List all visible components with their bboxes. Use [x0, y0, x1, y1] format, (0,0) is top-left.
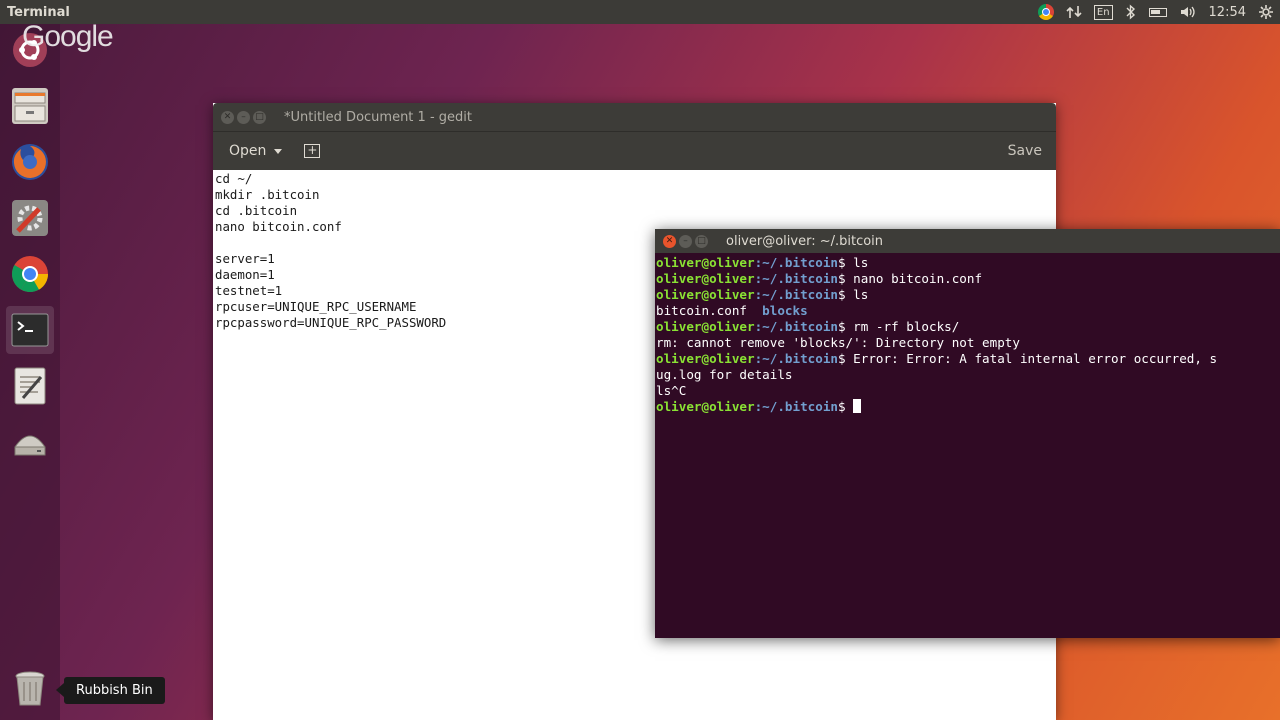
- terminal-line: ls^C: [656, 383, 1279, 399]
- network-icon[interactable]: [1060, 0, 1088, 24]
- terminal-titlebar[interactable]: ✕ – □ oliver@oliver: ~/.bitcoin: [655, 229, 1280, 253]
- command-text: nano bitcoin.conf: [845, 271, 983, 286]
- terminal-window-title: oliver@oliver: ~/.bitcoin: [726, 233, 884, 249]
- bluetooth-icon[interactable]: [1119, 0, 1143, 24]
- system-settings-icon: [12, 200, 48, 236]
- terminal-line: oliver@oliver:~/.bitcoin$ ls: [656, 287, 1279, 303]
- file-cabinet-icon: [12, 88, 48, 124]
- command-text: rm -rf blocks/: [845, 319, 960, 334]
- google-watermark: Google: [22, 20, 114, 53]
- terminal-output[interactable]: oliver@oliver:~/.bitcoin$ ls oliver@olive…: [655, 253, 1280, 417]
- rubbish-bin-launcher-button[interactable]: [6, 664, 54, 712]
- hard-drive-icon: [14, 435, 46, 456]
- prompt-path: :~/.bitcoin: [754, 271, 838, 286]
- terminal-line: oliver@oliver:~/.bitcoin$ nano bitcoin.c…: [656, 271, 1279, 287]
- prompt-user: oliver@oliver: [656, 399, 755, 414]
- chrome-launcher-button[interactable]: [6, 250, 54, 298]
- ls-gap: [747, 303, 762, 318]
- gear-icon[interactable]: [1252, 0, 1280, 24]
- prompt-path: :~/.bitcoin: [754, 399, 838, 414]
- maximize-icon[interactable]: □: [253, 110, 266, 124]
- command-text: [846, 399, 854, 414]
- rubbish-bin-tooltip: Rubbish Bin: [56, 677, 165, 704]
- output-text: ls^C: [656, 383, 687, 398]
- ls-directory: blocks: [762, 303, 808, 318]
- close-icon[interactable]: ✕: [221, 110, 234, 124]
- terminal-line: oliver@oliver:~/.bitcoin$: [656, 399, 1279, 415]
- prompt-path: :~/.bitcoin: [754, 351, 838, 366]
- save-button[interactable]: Save: [1008, 143, 1042, 159]
- trash-icon: [15, 671, 45, 706]
- close-icon[interactable]: ✕: [663, 234, 676, 248]
- system-tray: En 12:54: [1032, 0, 1280, 24]
- gedit-toolbar: Open + Save: [213, 131, 1056, 170]
- prompt-path: :~/.bitcoin: [754, 287, 838, 302]
- output-text: rm: cannot remove 'blocks/': Directory n…: [656, 335, 1020, 350]
- ls-file: bitcoin.conf: [656, 303, 747, 318]
- terminal-line: bitcoin.conf blocks: [656, 303, 1279, 319]
- prompt-dollar: $: [837, 255, 846, 270]
- prompt-dollar: $: [837, 351, 846, 366]
- chrome-icon: [11, 256, 49, 293]
- prompt-path: :~/.bitcoin: [754, 255, 838, 270]
- terminal-line: oliver@oliver:~/.bitcoin$ rm -rf blocks/: [656, 319, 1279, 335]
- output-text: ug.log for details: [656, 367, 793, 382]
- volume-icon[interactable]: [1173, 0, 1203, 24]
- editor-line: mkdir .bitcoin: [215, 187, 320, 202]
- chrome-tray-icon[interactable]: [1032, 0, 1060, 24]
- prompt-dollar: $: [837, 287, 846, 302]
- terminal-launcher-button[interactable]: [6, 306, 54, 354]
- settings-launcher-button[interactable]: [6, 194, 54, 242]
- new-tab-icon[interactable]: +: [304, 144, 321, 158]
- text-editor-launcher-button[interactable]: [6, 362, 54, 410]
- gedit-titlebar[interactable]: ✕ – □ *Untitled Document 1 - gedit: [213, 103, 1056, 131]
- terminal-line: oliver@oliver:~/.bitcoin$ ls: [656, 255, 1279, 271]
- active-app-title: Terminal: [7, 4, 70, 20]
- terminal-icon: [11, 313, 49, 347]
- gedit-window-title: *Untitled Document 1 - gedit: [284, 109, 472, 125]
- terminal-line: rm: cannot remove 'blocks/': Directory n…: [656, 335, 1279, 351]
- battery-icon[interactable]: [1143, 0, 1173, 24]
- editor-line: cd .bitcoin: [215, 203, 298, 218]
- maximize-icon[interactable]: □: [695, 234, 708, 248]
- terminal-line: ug.log for details: [656, 367, 1279, 383]
- disk-launcher-button[interactable]: [6, 418, 54, 466]
- command-text: ls: [845, 287, 869, 302]
- prompt-user: oliver@oliver: [656, 319, 755, 334]
- chevron-down-icon: [274, 148, 283, 154]
- firefox-launcher-button[interactable]: [6, 138, 54, 186]
- editor-line: cd ~/: [215, 171, 253, 186]
- open-button[interactable]: Open: [223, 139, 288, 163]
- command-text: Error: Error: A fatal internal error occ…: [845, 351, 1218, 366]
- command-text: ls: [845, 255, 869, 270]
- open-label: Open: [229, 143, 267, 159]
- prompt-dollar: $: [837, 271, 846, 286]
- launcher: [0, 24, 60, 720]
- prompt-path: :~/.bitcoin: [754, 319, 838, 334]
- text-editor-icon: [14, 367, 46, 405]
- prompt-dollar: $: [837, 399, 846, 414]
- top-panel: Terminal En 12:54: [0, 0, 1280, 24]
- firefox-icon: [12, 144, 48, 180]
- terminal-line: oliver@oliver:~/.bitcoin$ Error: Error: …: [656, 351, 1279, 367]
- keyboard-layout-indicator[interactable]: En: [1088, 0, 1119, 24]
- clock[interactable]: 12:54: [1203, 0, 1252, 24]
- prompt-user: oliver@oliver: [656, 255, 755, 270]
- minimize-icon[interactable]: –: [679, 234, 692, 248]
- minimize-icon[interactable]: –: [237, 110, 250, 124]
- prompt-user: oliver@oliver: [656, 351, 755, 366]
- terminal-window: ✕ – □ oliver@oliver: ~/.bitcoin oliver@o…: [655, 229, 1280, 638]
- terminal-cursor: [853, 399, 862, 413]
- files-launcher-button[interactable]: [6, 82, 54, 130]
- prompt-dollar: $: [837, 319, 846, 334]
- prompt-user: oliver@oliver: [656, 287, 755, 302]
- prompt-user: oliver@oliver: [656, 271, 755, 286]
